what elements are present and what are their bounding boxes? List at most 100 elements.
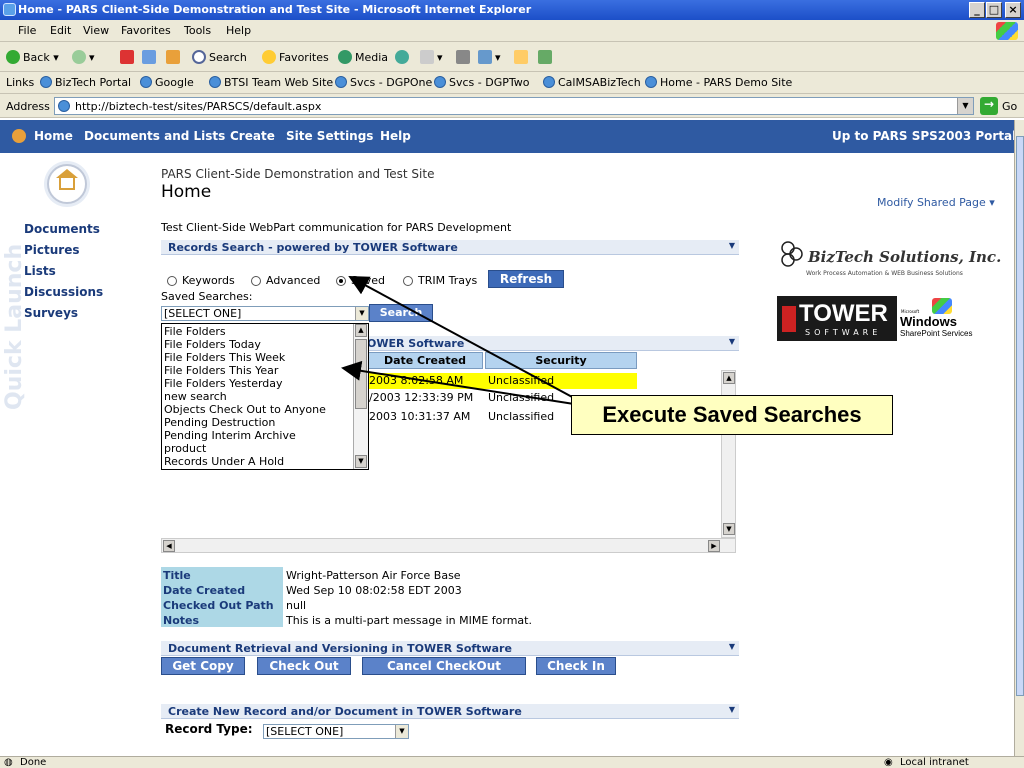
scroll-right-icon[interactable]: ▶ [708, 540, 720, 552]
link-svcs-dgptwo[interactable]: Svcs - DGPTwo [434, 76, 530, 89]
record-type-select[interactable]: [SELECT ONE] ▼ [263, 724, 409, 739]
row3-date[interactable]: 2003 10:31:37 AM [369, 410, 470, 423]
scroll-thumb[interactable] [355, 339, 367, 409]
chevron-down-icon[interactable]: ▼ [395, 725, 408, 738]
maximize-button[interactable]: □ [986, 2, 1002, 18]
results-title: OWER Software [367, 337, 465, 350]
option-new-search[interactable]: new search [164, 390, 227, 403]
menu-file[interactable]: File [18, 24, 36, 37]
get-copy-button[interactable]: Get Copy [161, 657, 245, 675]
edit-button[interactable]: ▾ [478, 50, 501, 64]
globe-icon: ◉ [884, 757, 893, 768]
menu-tools[interactable]: Tools [184, 24, 211, 37]
go-button[interactable]: Go [1002, 100, 1017, 113]
scroll-down-icon[interactable]: ▼ [723, 523, 735, 535]
option-file-folders-this-week[interactable]: File Folders This Week [164, 351, 285, 364]
menu-view[interactable]: View [83, 24, 109, 37]
home-browser-button[interactable] [166, 50, 183, 64]
print-button[interactable] [456, 50, 473, 64]
menu-help[interactable]: Help [226, 24, 251, 37]
option-pending-interim-archive[interactable]: Pending Interim Archive [164, 429, 296, 442]
minimize-button[interactable]: _ [969, 2, 985, 18]
close-button[interactable]: × [1005, 2, 1021, 18]
menu-edit[interactable]: Edit [50, 24, 71, 37]
option-file-folders[interactable]: File Folders [164, 325, 226, 338]
ql-documents[interactable]: Documents [24, 222, 100, 236]
refresh-button[interactable]: Refresh [488, 270, 564, 288]
check-in-button[interactable]: Check In [536, 657, 616, 675]
forward-button[interactable]: ▾ [72, 50, 95, 64]
ql-lists[interactable]: Lists [24, 264, 56, 278]
history-button[interactable] [395, 50, 412, 64]
cancel-checkout-button[interactable]: Cancel CheckOut [362, 657, 526, 675]
page-vertical-scrollbar[interactable] [1014, 120, 1024, 756]
radio-keywords[interactable] [167, 276, 177, 286]
option-objects-check-out[interactable]: Objects Check Out to Anyone [164, 403, 326, 416]
dropdown-scrollbar[interactable]: ▲ ▼ [353, 324, 368, 469]
favorites-button[interactable]: Favorites [262, 50, 329, 64]
back-button[interactable]: Back ▾ [6, 50, 59, 64]
saved-search-select[interactable]: [SELECT ONE] ▼ [161, 306, 369, 321]
nav-documents-and-lists[interactable]: Documents and Lists [84, 129, 225, 143]
column-date-created[interactable]: Date Created [367, 352, 483, 369]
go-arrow-icon[interactable]: → [980, 97, 998, 115]
ql-surveys[interactable]: Surveys [24, 306, 78, 320]
radio-saved[interactable] [336, 276, 346, 286]
scroll-up-icon[interactable]: ▲ [355, 324, 367, 337]
option-file-folders-today[interactable]: File Folders Today [164, 338, 261, 351]
row2-date[interactable]: /2003 12:33:39 PM [369, 391, 473, 404]
results-horizontal-scrollbar[interactable]: ◀ ▶ [161, 538, 736, 553]
webpart-menu-icon[interactable]: ▼ [729, 241, 735, 250]
nav-site-settings[interactable]: Site Settings [286, 129, 373, 143]
row1-date[interactable]: 2003 8:02:58 AM [369, 374, 463, 387]
stop-button[interactable] [120, 50, 137, 64]
search-button[interactable]: Search [192, 50, 247, 64]
menu-favorites[interactable]: Favorites [121, 24, 171, 37]
option-product[interactable]: product [164, 442, 206, 455]
webpart-menu-icon[interactable]: ▼ [729, 337, 735, 346]
row1-security[interactable]: Unclassified [488, 374, 554, 387]
option-pending-destruction[interactable]: Pending Destruction [164, 416, 275, 429]
address-input[interactable]: http://biztech-test/sites/PARSCS/default… [54, 97, 974, 115]
page-scroll-thumb[interactable] [1016, 136, 1024, 696]
address-dropdown-icon[interactable]: ▼ [957, 98, 973, 114]
check-out-button[interactable]: Check Out [257, 657, 351, 675]
radio-trim-trays[interactable] [403, 276, 413, 286]
option-file-folders-yesterday[interactable]: File Folders Yesterday [164, 377, 283, 390]
home-icon [166, 50, 180, 64]
link-biztech-portal[interactable]: BizTech Portal [40, 76, 131, 89]
messenger-button[interactable] [538, 50, 555, 64]
refresh-browser-button[interactable] [142, 50, 159, 64]
webpart-menu-icon[interactable]: ▼ [729, 642, 735, 651]
search-submit-button[interactable]: Search [369, 304, 433, 322]
nav-help[interactable]: Help [380, 129, 411, 143]
discuss-button[interactable] [514, 50, 531, 64]
media-button[interactable]: Media [338, 50, 388, 64]
ql-discussions[interactable]: Discussions [24, 285, 103, 299]
modify-shared-page-link[interactable]: Modify Shared Page ▾ [877, 196, 995, 209]
ie-page-icon [335, 76, 347, 88]
ql-pictures[interactable]: Pictures [24, 243, 80, 257]
mail-button[interactable]: ▾ [420, 50, 443, 64]
radio-trim-trays-label: TRIM Trays [418, 274, 478, 287]
saved-search-dropdown-list[interactable]: File Folders File Folders Today File Fol… [161, 323, 369, 470]
link-google[interactable]: Google [140, 76, 194, 89]
scroll-up-icon[interactable]: ▲ [723, 372, 735, 384]
option-records-under-hold[interactable]: Records Under A Hold [164, 455, 284, 468]
link-svcs-dgpone[interactable]: Svcs - DGPOne [335, 76, 432, 89]
link-calmsabiztech[interactable]: CalMSABizTech [543, 76, 641, 89]
column-security[interactable]: Security [485, 352, 637, 369]
row2-security[interactable]: Unclassified [488, 391, 554, 404]
link-btsi-team[interactable]: BTSI Team Web Site [209, 76, 333, 89]
radio-advanced[interactable] [251, 276, 261, 286]
scroll-left-icon[interactable]: ◀ [163, 540, 175, 552]
option-file-folders-this-year[interactable]: File Folders This Year [164, 364, 278, 377]
link-pars-demo[interactable]: Home - PARS Demo Site [645, 76, 792, 89]
nav-up-to-portal[interactable]: Up to PARS SPS2003 Portal [832, 129, 1014, 143]
webpart-menu-icon[interactable]: ▼ [729, 705, 735, 714]
row3-security[interactable]: Unclassified [488, 410, 554, 423]
chevron-down-icon[interactable]: ▼ [355, 307, 368, 320]
nav-home[interactable]: Home [34, 129, 73, 143]
nav-create[interactable]: Create [230, 129, 275, 143]
scroll-down-icon[interactable]: ▼ [355, 455, 367, 468]
